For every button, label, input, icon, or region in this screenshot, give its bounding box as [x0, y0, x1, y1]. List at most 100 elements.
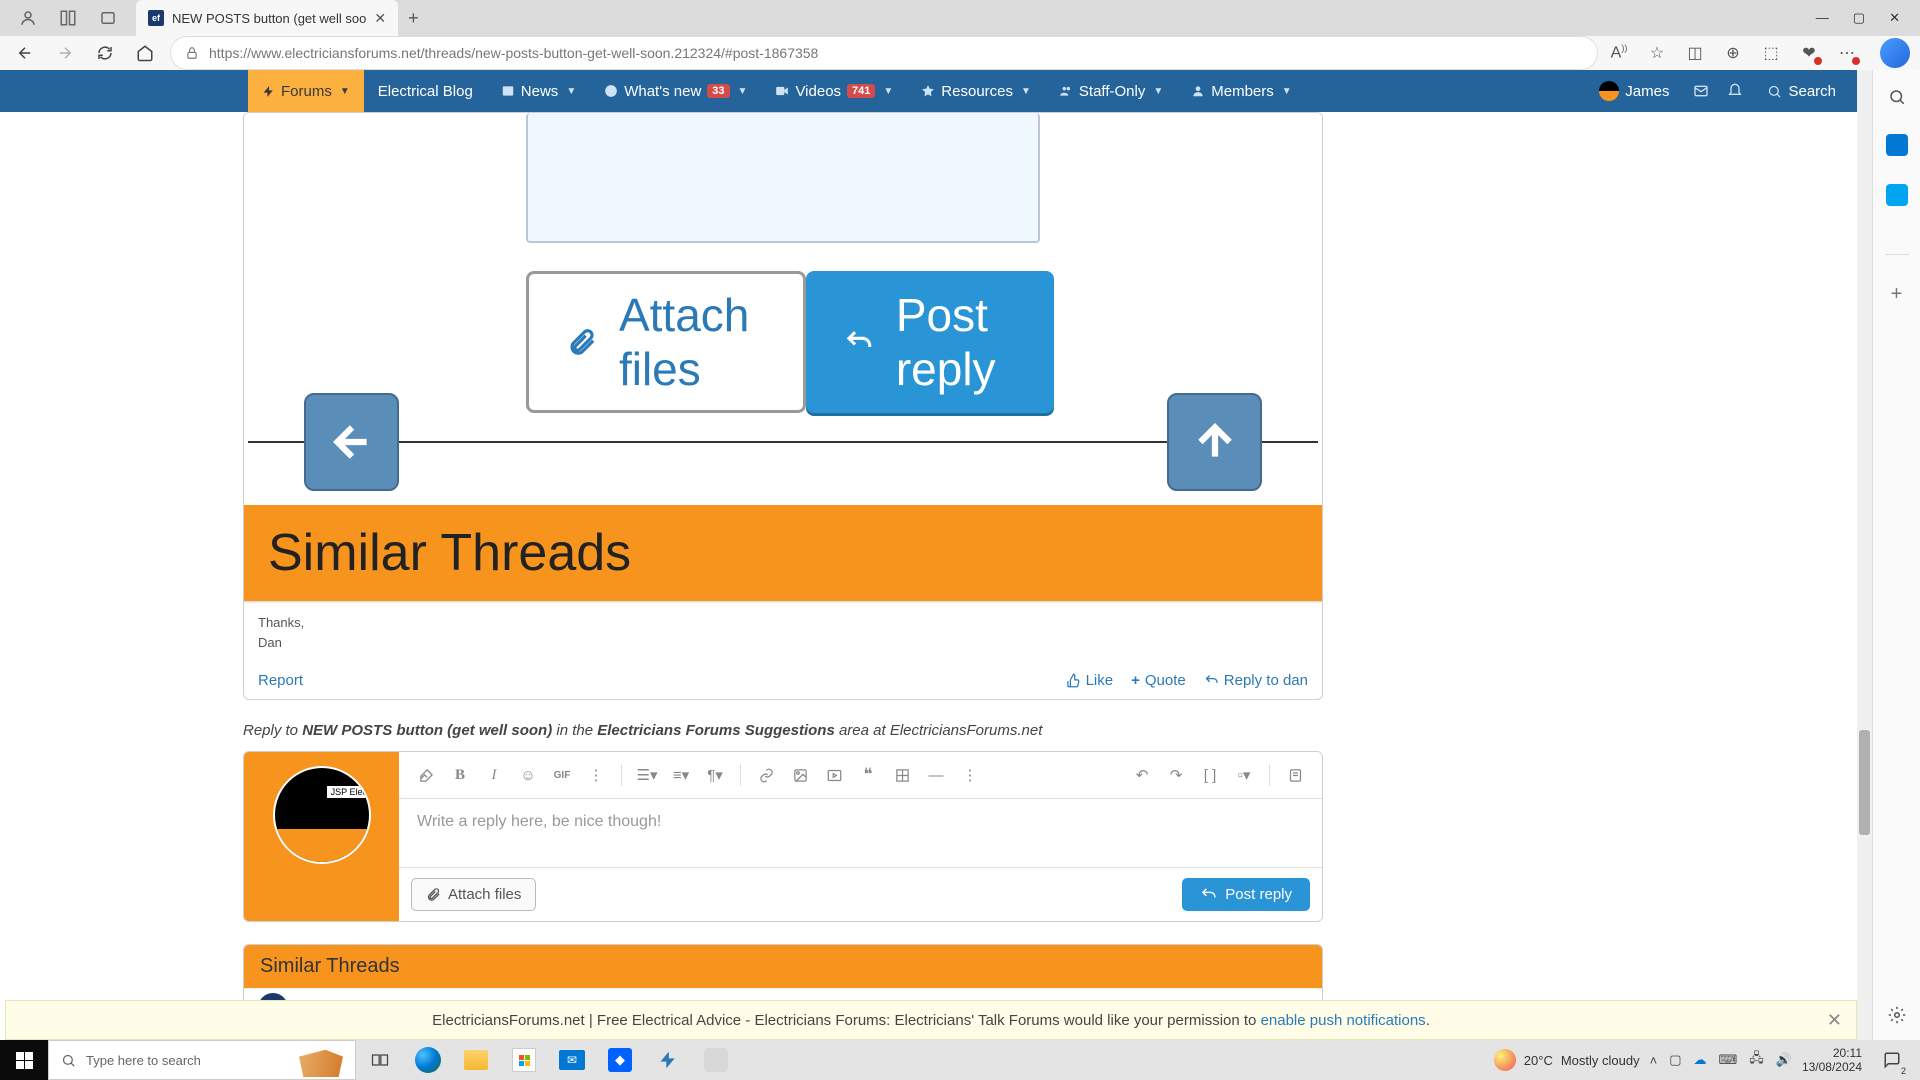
copilot-button[interactable]	[1880, 38, 1910, 68]
like-button[interactable]: Like	[1066, 672, 1114, 689]
chevron-down-icon[interactable]: ▼	[738, 86, 748, 97]
window-minimize-button[interactable]: —	[1816, 10, 1829, 26]
reply-user-panel: JSP Electri	[244, 752, 399, 921]
quote-button[interactable]: +Quote	[1131, 672, 1186, 689]
taskbar-clock[interactable]: 20:11 13/08/2024	[1802, 1046, 1862, 1075]
tab-close-button[interactable]: ✕	[374, 10, 386, 27]
taskbar-search[interactable]: Type here to search	[48, 1040, 356, 1080]
edge-taskbar-icon[interactable]	[404, 1040, 452, 1080]
scrollbar-track[interactable]	[1857, 70, 1872, 1040]
menu-icon[interactable]: ⋯	[1836, 43, 1858, 63]
chevron-down-icon[interactable]: ▼	[1021, 86, 1031, 97]
tray-volume-icon[interactable]: 🔊	[1776, 1052, 1792, 1068]
sync-icon[interactable]: ❤	[1798, 43, 1820, 63]
app2-taskbar-icon[interactable]	[692, 1040, 740, 1080]
tb-clear-icon[interactable]	[411, 760, 441, 790]
refresh-button[interactable]	[90, 38, 120, 68]
split-screen-icon[interactable]: ◫	[1684, 43, 1706, 63]
tb-hr-button[interactable]: —	[921, 760, 951, 790]
nav-whats-new[interactable]: What's new 33 ▼	[590, 70, 761, 112]
scrollbar-thumb[interactable]	[1859, 730, 1870, 835]
tb-emoji-button[interactable]: ☺	[513, 760, 543, 790]
tray-onedrive-icon[interactable]: ☁	[1693, 1052, 1706, 1068]
chevron-down-icon[interactable]: ▼	[1153, 86, 1163, 97]
reply-avatar[interactable]: JSP Electri	[273, 766, 371, 864]
nav-forums[interactable]: Forums ▼	[248, 70, 364, 112]
explorer-taskbar-icon[interactable]	[452, 1040, 500, 1080]
chevron-down-icon[interactable]: ▼	[566, 86, 576, 97]
workspaces-icon[interactable]	[54, 4, 82, 32]
tb-list-button[interactable]: ☰▾	[632, 760, 662, 790]
tb-image-button[interactable]	[785, 760, 815, 790]
sidebar-search-icon[interactable]	[1888, 88, 1906, 106]
tb-preview-button[interactable]	[1280, 760, 1310, 790]
chevron-down-icon[interactable]: ▼	[883, 86, 893, 97]
alerts-icon[interactable]	[1727, 83, 1743, 99]
reply-textarea[interactable]: Write a reply here, be nice though!	[399, 799, 1322, 867]
tb-more2-button[interactable]: ⋮	[955, 760, 985, 790]
enable-notifications-link[interactable]: enable push notifications	[1261, 1012, 1426, 1029]
collections-icon[interactable]: ⊕	[1722, 43, 1744, 63]
attach-files-button[interactable]: Attach files	[411, 878, 536, 911]
tray-network-icon[interactable]: 🖧	[1749, 1049, 1764, 1071]
window-close-button[interactable]: ✕	[1889, 10, 1900, 26]
read-aloud-icon[interactable]: A))	[1608, 43, 1630, 62]
window-maximize-button[interactable]: ▢	[1853, 10, 1865, 26]
sidebar-settings-icon[interactable]	[1888, 1006, 1906, 1024]
tb-paragraph-button[interactable]: ¶▾	[700, 760, 730, 790]
tray-keyboard-icon[interactable]: ⌨	[1718, 1052, 1737, 1068]
nav-staff-only[interactable]: Staff-Only ▼	[1045, 70, 1177, 112]
home-button[interactable]	[130, 38, 160, 68]
tb-italic-button[interactable]: I	[479, 760, 509, 790]
action-center-button[interactable]	[1872, 1040, 1912, 1080]
notification-close-button[interactable]: ✕	[1827, 1010, 1842, 1031]
nav-search[interactable]: Search	[1761, 83, 1842, 100]
tb-table-button[interactable]	[887, 760, 917, 790]
extensions-icon[interactable]: ⬚	[1760, 43, 1782, 63]
nav-electrical-blog[interactable]: Electrical Blog	[364, 70, 487, 112]
sidebar-add-icon[interactable]: +	[1891, 283, 1903, 306]
nav-user[interactable]: James	[1593, 81, 1675, 101]
nav-videos[interactable]: Videos 741 ▼	[761, 70, 907, 112]
dropbox-taskbar-icon[interactable]: ◆	[596, 1040, 644, 1080]
inbox-icon[interactable]	[1693, 83, 1709, 99]
reply-button[interactable]: Reply to dan	[1204, 672, 1308, 689]
store-taskbar-icon[interactable]	[500, 1040, 548, 1080]
tb-undo-button[interactable]: ↶	[1127, 760, 1157, 790]
task-view-button[interactable]	[356, 1040, 404, 1080]
post-reply-button[interactable]: Post reply	[1182, 878, 1310, 911]
tb-more-button[interactable]: ⋮	[581, 760, 611, 790]
nav-news[interactable]: News ▼	[487, 70, 590, 112]
tb-quote-button[interactable]: ❝	[853, 760, 883, 790]
tb-code-button[interactable]: [ ]	[1195, 760, 1225, 790]
start-button[interactable]	[0, 1040, 48, 1080]
profile-icon[interactable]	[14, 4, 42, 32]
tb-redo-button[interactable]: ↷	[1161, 760, 1191, 790]
chevron-down-icon[interactable]: ▼	[340, 86, 350, 97]
weather-widget[interactable]: 20°C Mostly cloudy	[1494, 1049, 1640, 1071]
tb-media-button[interactable]	[819, 760, 849, 790]
browser-tab[interactable]: ef NEW POSTS button (get well soo ✕	[136, 0, 398, 36]
tray-meet-icon[interactable]: ▢	[1669, 1052, 1681, 1068]
tb-align-button[interactable]: ≡▾	[666, 760, 696, 790]
sidebar-app-icon[interactable]	[1886, 134, 1908, 156]
back-button[interactable]	[10, 38, 40, 68]
tb-link-button[interactable]	[751, 760, 781, 790]
sidebar-outlook-icon[interactable]	[1886, 184, 1908, 206]
tab-groups-icon[interactable]	[94, 4, 122, 32]
new-tab-button[interactable]: +	[408, 8, 419, 29]
reply-prompt: Reply to NEW POSTS button (get well soon…	[243, 722, 1323, 739]
report-link[interactable]: Report	[258, 672, 303, 689]
favorite-icon[interactable]: ☆	[1646, 43, 1668, 63]
app-taskbar-icon[interactable]	[644, 1040, 692, 1080]
tray-chevron-icon[interactable]: ˄	[1650, 1053, 1658, 1068]
tb-save-button[interactable]: ▫▾	[1229, 760, 1259, 790]
mail-taskbar-icon[interactable]: ✉	[548, 1040, 596, 1080]
tb-bold-button[interactable]: B	[445, 760, 475, 790]
address-bar[interactable]: https://www.electriciansforums.net/threa…	[170, 36, 1598, 70]
nav-resources[interactable]: Resources ▼	[907, 70, 1045, 112]
tb-gif-button[interactable]: GIF	[547, 760, 577, 790]
image-attach-button: Attach files	[526, 271, 806, 413]
chevron-down-icon[interactable]: ▼	[1282, 86, 1292, 97]
nav-members[interactable]: Members ▼	[1177, 70, 1305, 112]
